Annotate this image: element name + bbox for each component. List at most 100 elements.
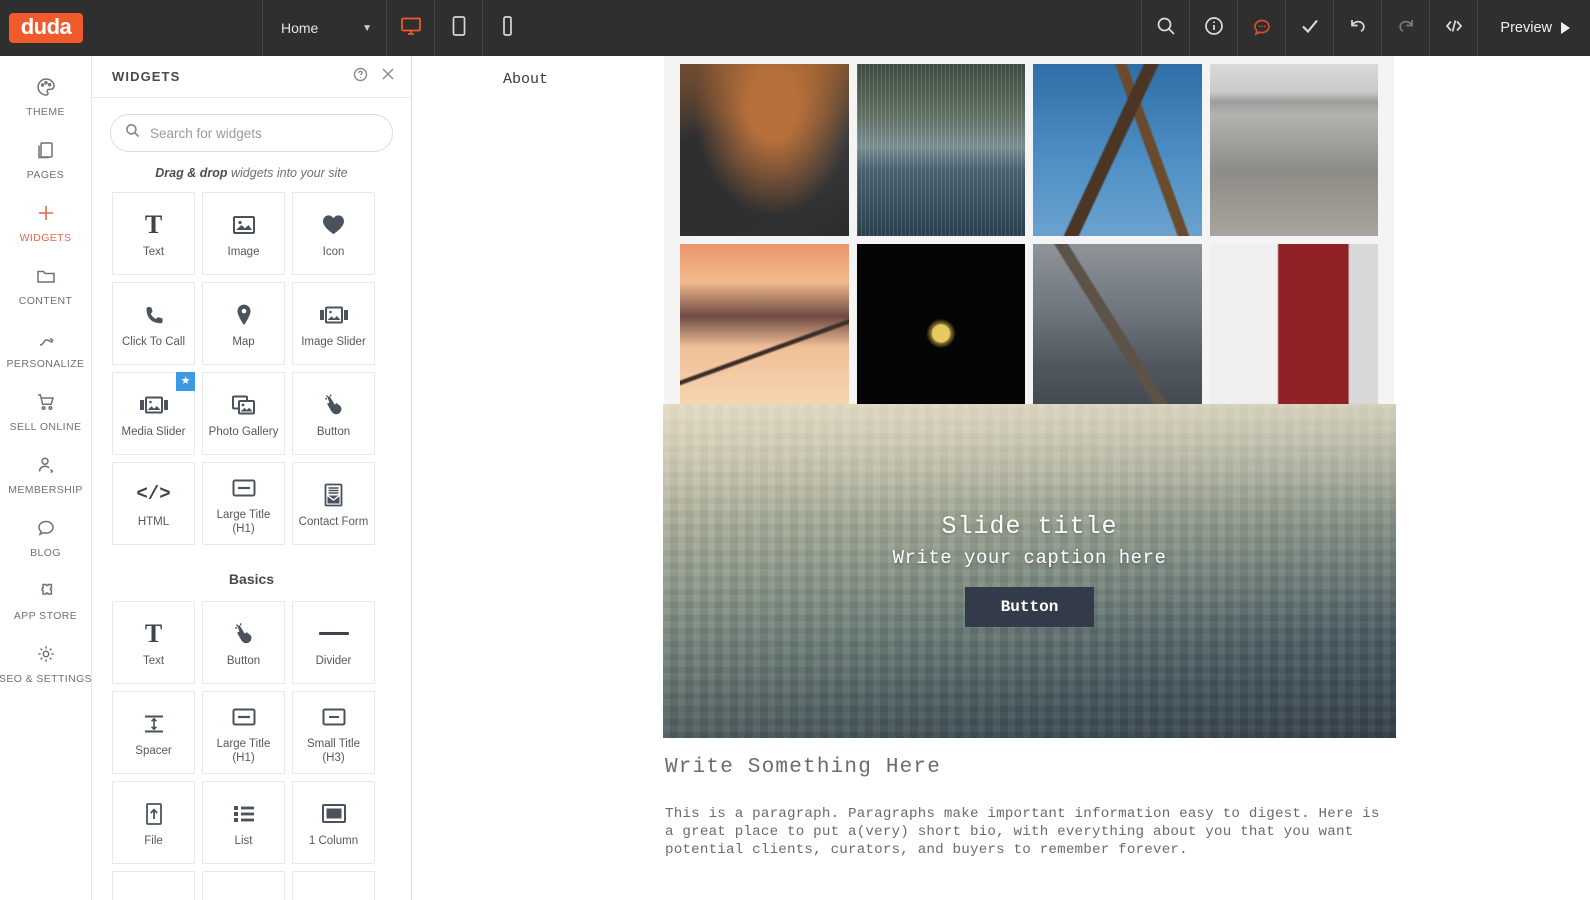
sidebar-item-label: CONTENT <box>18 295 73 307</box>
code-button[interactable] <box>1429 0 1477 56</box>
gallery-photo[interactable] <box>1033 64 1202 236</box>
search-button[interactable] <box>1141 0 1189 56</box>
gallery-photo[interactable] <box>680 244 849 416</box>
sidebar-item-sell-online[interactable]: SELL ONLINE <box>0 379 91 442</box>
gallery-photo[interactable] <box>856 244 1025 416</box>
widget-tile-basics-text[interactable]: T Text <box>112 601 195 684</box>
sidebar-item-theme[interactable]: THEME <box>0 64 91 127</box>
code-brackets-icon <box>1443 16 1465 41</box>
widget-tile-small-title[interactable]: Small Title (H3) <box>292 691 375 774</box>
redo-arrow-icon <box>1395 16 1417 41</box>
widget-tile-file[interactable]: File <box>112 781 195 864</box>
widget-tile-label: Image <box>227 245 260 258</box>
undo-arrow-icon <box>1347 16 1369 41</box>
play-triangle-icon <box>1561 22 1570 34</box>
heart-icon <box>321 208 346 242</box>
widget-tile-media-slider[interactable]: ★ Media Slider <box>112 372 195 455</box>
widget-tile-partial[interactable] <box>202 871 285 900</box>
widget-tile-button[interactable]: Button <box>292 372 375 455</box>
spacer-icon <box>141 707 167 741</box>
save-button[interactable] <box>1285 0 1333 56</box>
widget-tile-large-title[interactable]: Large Title (H1) <box>202 462 285 545</box>
text-widget[interactable]: Write Something Here This is a paragraph… <box>663 756 1396 860</box>
gallery-photo[interactable] <box>856 64 1025 236</box>
sidebar-item-membership[interactable]: MEMBERSHIP <box>0 442 91 505</box>
file-upload-icon <box>144 797 164 831</box>
widget-tile-label: Image Slider <box>301 335 366 348</box>
widget-tile-map[interactable]: Map <box>202 282 285 365</box>
code-brackets-icon: </> <box>136 483 171 506</box>
info-button[interactable] <box>1189 0 1237 56</box>
widget-tile-icon[interactable]: Icon <box>292 192 375 275</box>
gallery-photo[interactable] <box>680 64 849 236</box>
chevron-down-icon: ▼ <box>362 22 372 34</box>
widget-tile-basics-button[interactable]: Button <box>202 601 285 684</box>
device-mobile-button[interactable] <box>482 0 530 56</box>
widget-tile-one-column[interactable]: 1 Column <box>292 781 375 864</box>
sidebar-item-label: WIDGETS <box>19 232 72 244</box>
top-toolbar: duda Home ▼ Preview <box>0 0 1590 56</box>
panel-header-actions <box>353 67 395 87</box>
widget-tile-text[interactable]: T Text <box>112 192 195 275</box>
device-tablet-button[interactable] <box>434 0 482 56</box>
user-icon <box>35 452 57 477</box>
widget-tile-partial[interactable] <box>112 871 195 900</box>
close-icon[interactable] <box>381 67 395 86</box>
widget-tile-label: Map <box>232 335 255 348</box>
duda-logo[interactable]: duda <box>0 0 92 56</box>
sidebar-item-widgets[interactable]: WIDGETS <box>0 190 91 253</box>
search-input-wrapper[interactable] <box>110 114 393 152</box>
sidebar-item-app-store[interactable]: APP STORE <box>0 568 91 631</box>
sidebar-item-personalize[interactable]: PERSONALIZE <box>0 316 91 379</box>
drag-drop-hint-bold: Drag & drop <box>155 166 228 180</box>
divider-icon <box>318 617 349 651</box>
widget-tile-list[interactable]: List <box>202 781 285 864</box>
widget-tile-divider[interactable]: Divider <box>292 601 375 684</box>
widget-tile-html[interactable]: </> HTML <box>112 462 195 545</box>
panel-title: WIDGETS <box>112 69 181 84</box>
sidebar-item-seo-settings[interactable]: SEO & SETTINGS <box>0 631 92 694</box>
redo-button[interactable] <box>1381 0 1429 56</box>
widget-tile-label: Text <box>142 654 165 667</box>
text-widget-heading: Write Something Here <box>665 756 942 779</box>
widget-tile-image-slider[interactable]: Image Slider <box>292 282 375 365</box>
undo-button[interactable] <box>1333 0 1381 56</box>
gallery-photo[interactable] <box>1209 244 1378 416</box>
gallery-photo[interactable] <box>1209 64 1378 236</box>
sidebar-item-blog[interactable]: BLOG <box>0 505 91 568</box>
widget-tile-basics-large-title[interactable]: Large Title (H1) <box>202 691 285 774</box>
search-input[interactable] <box>150 125 378 141</box>
slide-button[interactable]: Button <box>964 587 1095 627</box>
gallery-photo[interactable] <box>1033 244 1202 416</box>
widget-tile-click-to-call[interactable]: Click To Call <box>112 282 195 365</box>
toolbar-actions: Preview <box>1141 0 1590 56</box>
image-slider-icon <box>139 388 169 422</box>
device-desktop-button[interactable] <box>386 0 434 56</box>
text-t-icon: T <box>144 618 163 648</box>
info-circle-icon <box>1204 16 1224 41</box>
media-slider-widget[interactable]: Slide title Write your caption here Butt… <box>663 404 1396 738</box>
question-circle-icon[interactable] <box>353 67 368 87</box>
widget-tile-label: Divider <box>315 654 352 667</box>
preview-button[interactable]: Preview <box>1477 0 1590 56</box>
widget-tile-image[interactable]: Image <box>202 192 285 275</box>
widget-tile-photo-gallery[interactable]: Photo Gallery <box>202 372 285 455</box>
page-selector[interactable]: Home ▼ <box>262 0 386 56</box>
widget-tile-contact-form[interactable]: Contact Form <box>292 462 375 545</box>
plus-icon <box>35 200 57 225</box>
widget-tile-label: Icon <box>322 245 345 258</box>
widget-tile-label: Button <box>226 654 261 667</box>
drag-drop-hint: Drag & drop widgets into your site <box>110 166 393 180</box>
comments-button[interactable] <box>1237 0 1285 56</box>
widget-tile-spacer[interactable]: Spacer <box>112 691 195 774</box>
sidebar-item-pages[interactable]: PAGES <box>0 127 91 190</box>
photo-gallery-widget[interactable] <box>664 56 1394 446</box>
list-icon <box>232 797 256 831</box>
widget-tile-partial[interactable] <box>292 871 375 900</box>
nav-item-about[interactable]: About <box>503 71 548 88</box>
title-box-icon <box>231 700 257 734</box>
sidebar-item-content[interactable]: CONTENT <box>0 253 91 316</box>
pages-icon <box>35 137 57 162</box>
drag-drop-hint-rest: widgets into your site <box>227 166 348 180</box>
